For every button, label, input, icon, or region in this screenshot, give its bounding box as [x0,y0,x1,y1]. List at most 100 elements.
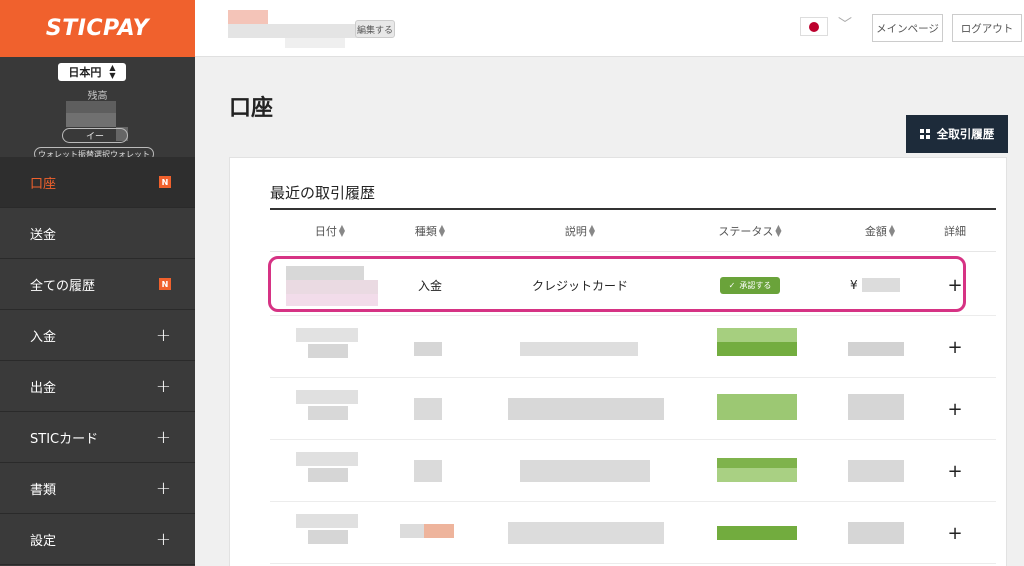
date-blurred [286,294,378,306]
blurred-content [848,342,904,356]
plus-icon: + [947,522,963,544]
sidebar-item-deposit[interactable]: 入金 + [0,310,195,361]
sort-icon: ▲ ▼ [775,223,782,238]
brand-logo[interactable]: STICPAY [0,0,195,57]
edit-profile-button[interactable]: 編集する [355,20,395,38]
column-status[interactable]: ステータス ▲ ▼ [700,210,800,252]
table-row[interactable]: + [270,378,996,440]
blurred-content [296,452,358,466]
sidebar: STICPAY 日本円 ▲ ▼ 残高 イー ウォレット振替選択ウォレット 口座 N… [0,0,195,566]
sidebar-item-account[interactable]: 口座 N [0,157,195,208]
account-id-text: イー [85,132,104,142]
sort-icon: ▲ ▼ [338,223,346,238]
status-badge: ✓ 承認する [719,276,781,294]
plus-icon: + [947,274,963,296]
sidebar-item-label: 全ての履歴 [30,278,96,294]
user-name-blurred [228,24,358,38]
column-description[interactable]: 説明 ▲ ▼ [520,210,640,252]
blurred-content [424,524,454,538]
expand-detail-button[interactable]: + [930,502,980,564]
table-row[interactable]: + [270,440,996,502]
grid-icon [919,129,930,139]
expand-detail-button[interactable]: + [930,378,980,440]
blurred-content [308,406,348,420]
sidebar-item-settings[interactable]: 設定 + [0,514,195,565]
sidebar-item-label: STICカード [30,431,99,447]
column-label: 詳細 [944,225,966,238]
blurred-content [414,398,442,420]
page-title: 口座 [229,96,274,121]
column-date[interactable]: 日付 ▲ ▼ [290,210,370,252]
blurred-content [848,522,904,544]
blurred-content [717,458,797,468]
all-history-label: 全取引履歴 [936,127,995,141]
date-blurred [286,280,378,294]
column-label: 説明 [564,225,587,238]
status-cell: ✓ 承認する [700,254,800,316]
blurred-content [717,526,797,540]
plus-icon: + [947,336,963,358]
sidebar-item-label: 書類 [30,482,57,498]
expand-detail-button[interactable]: + [930,254,980,316]
column-type[interactable]: 種類 ▲ ▼ [390,210,470,252]
currency-symbol: ¥ [850,278,858,292]
blurred-content [296,514,358,528]
sidebar-item-label: 口座 [30,176,57,192]
chevron-down-icon[interactable]: ﹀ [838,14,852,34]
main-page-button[interactable]: メインページ [872,14,943,42]
blurred-content [717,328,797,342]
plus-icon: + [155,375,171,397]
balance-label: 残高 [87,91,108,102]
blurred-content [308,530,348,544]
plus-icon: + [155,528,171,550]
plus-icon: + [947,398,963,420]
type-cell: 入金 [417,278,442,293]
blurred-content [508,398,664,420]
sidebar-item-stic-card[interactable]: STICカード + [0,412,195,463]
main-page-label: メインページ [876,22,939,35]
sidebar-item-all-history[interactable]: 全ての履歴 N [0,259,195,310]
date-blurred [286,266,364,280]
column-amount[interactable]: 金額 ▲ ▼ [840,210,920,252]
table-row[interactable]: + [270,502,996,564]
plus-icon: + [947,460,963,482]
check-icon: ✓ [728,280,736,290]
sort-arrows-icon: ▲ ▼ [109,63,116,80]
currency-select[interactable]: 日本円 ▲ ▼ [58,63,126,81]
status-label: 承認する [739,280,772,290]
amount-cell: ¥ [850,254,920,316]
table-header: 日付 ▲ ▼ 種類 ▲ ▼ 説明 ▲ ▼ ステータス ▲ ▼ 金額 ▲ ▼ 詳細 [270,210,996,252]
blurred-content [296,390,358,404]
blurred-content [508,522,664,544]
logout-button[interactable]: ログアウト [952,14,1022,42]
sidebar-item-documents[interactable]: 書類 + [0,463,195,514]
recent-transactions-card: 最近の取引履歴 日付 ▲ ▼ 種類 ▲ ▼ 説明 ▲ ▼ ステータス ▲ ▼ 金額 ▲ ▼… [229,157,1007,566]
blurred-content [308,468,348,482]
plus-icon: + [155,426,171,448]
blurred-content [848,394,904,420]
plus-icon: + [155,324,171,346]
top-header: 編集する ﹀ メインページ ログアウト [195,0,1024,57]
sidebar-item-transfer[interactable]: 送金 [0,208,195,259]
blurred-content [414,342,442,356]
expand-detail-button[interactable]: + [930,316,980,378]
all-history-button[interactable]: 全取引履歴 [906,115,1008,153]
plus-icon: + [155,477,171,499]
table-row[interactable]: 入金 クレジットカード ✓ 承認する ¥ + [270,254,996,316]
amount-blurred [861,278,900,292]
blurred-content [717,394,797,420]
sort-icon: ▲ ▼ [438,223,446,238]
language-flag-icon[interactable] [800,17,828,36]
expand-detail-button[interactable]: + [930,440,980,502]
table-row[interactable]: + [270,316,996,378]
sidebar-item-withdraw[interactable]: 出金 + [0,361,195,412]
balance-value-blurred [66,101,116,113]
balance-value-blurred [66,113,116,127]
column-label: 金額 [864,225,887,238]
blurred-content [520,342,638,356]
edit-profile-label: 編集する [356,25,393,36]
column-label: 種類 [414,225,437,238]
account-id-pill[interactable]: イー [62,128,128,143]
sort-icon: ▲ ▼ [588,223,596,238]
blurred-content [717,342,797,356]
